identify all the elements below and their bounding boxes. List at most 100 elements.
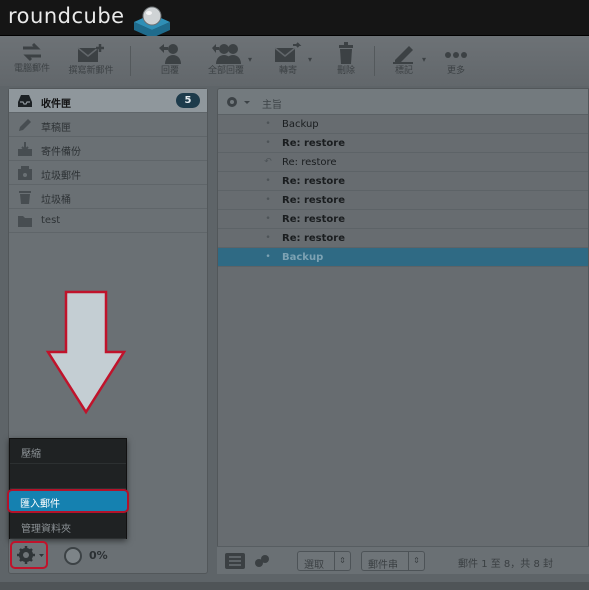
- down-arrow-annotation-icon: [45, 290, 127, 415]
- replied-status-icon[interactable]: ↶: [262, 156, 274, 168]
- folder-trash[interactable]: 垃圾桶: [9, 185, 207, 209]
- more-label: 更多: [446, 66, 465, 76]
- read-status-icon[interactable]: •: [262, 118, 274, 130]
- toolbar-separator: [130, 46, 131, 76]
- unread-status-icon[interactable]: •: [262, 137, 274, 149]
- message-list-header: 主旨: [218, 89, 588, 115]
- menu-item-compact[interactable]: 壓縮: [10, 439, 126, 464]
- message-subject: Re: restore: [282, 233, 345, 244]
- updown-icon: ⇕: [408, 552, 424, 570]
- message-row[interactable]: • Re: restore: [218, 172, 588, 191]
- main-toolbar: 電腦郵件 撰寫新郵件 回覆 全部回覆 ▾ 轉寄 ▾ 刪除 標記 ▾ 更多: [0, 36, 589, 86]
- roundcube-logo-icon: [134, 6, 170, 38]
- folder-label: 收件匣: [41, 99, 71, 110]
- junk-icon: [18, 166, 32, 180]
- mark-dropdown-icon[interactable]: ▾: [422, 55, 426, 64]
- menu-item-empty[interactable]: [10, 464, 126, 489]
- message-row[interactable]: • Backup: [218, 115, 588, 134]
- forward-dropdown-icon[interactable]: ▾: [308, 55, 312, 64]
- read-status-icon[interactable]: •: [262, 251, 274, 263]
- gear-icon: [17, 546, 44, 564]
- folder-icon: [18, 216, 32, 227]
- reply-icon: [159, 44, 181, 64]
- forward-icon: [274, 42, 302, 62]
- reply-label: 回覆: [160, 66, 179, 76]
- folder-label: test: [41, 215, 61, 226]
- forward-label: 轉寄: [278, 66, 297, 76]
- message-row-selected[interactable]: • Backup: [218, 248, 588, 267]
- folder-label: 垃圾郵件: [41, 171, 81, 182]
- unread-status-icon[interactable]: •: [262, 175, 274, 187]
- unread-badge: 5: [176, 93, 200, 108]
- mark-label: 標記: [394, 66, 413, 76]
- delete-button[interactable]: 刪除: [322, 36, 370, 86]
- message-subject: Re: restore: [282, 176, 345, 187]
- menu-item-label: 匯入郵件: [20, 499, 60, 510]
- toolbar-separator: [374, 46, 375, 76]
- quota-indicator-icon: [64, 547, 82, 565]
- forward-button[interactable]: 轉寄 ▾: [262, 36, 314, 86]
- folder-actions-gear-button[interactable]: [10, 541, 48, 569]
- reply-all-label: 全部回覆: [207, 66, 244, 76]
- compose-button[interactable]: 電腦郵件: [6, 36, 58, 86]
- message-subject: Re: restore: [282, 138, 345, 149]
- menu-item-import-mail[interactable]: 匯入郵件: [7, 489, 129, 513]
- message-subject: Re: restore: [282, 157, 337, 168]
- reply-all-icon: [212, 44, 241, 64]
- threads-label: 郵件串: [368, 560, 398, 571]
- message-subject: Re: restore: [282, 214, 345, 225]
- list-view-icon[interactable]: [225, 553, 245, 569]
- folder-drafts[interactable]: 草稿匣: [9, 113, 207, 137]
- message-subject: Backup: [282, 119, 319, 130]
- mark-icon: [393, 46, 413, 64]
- more-button[interactable]: 更多: [432, 36, 480, 86]
- bottom-strip: [0, 582, 589, 590]
- message-list-panel: 主旨 • Backup • Re: restore ↶ Re: restore …: [217, 88, 589, 574]
- menu-item-manage-folders[interactable]: 管理資料夾: [10, 514, 126, 539]
- folder-label: 草稿匣: [41, 123, 71, 134]
- unread-status-icon[interactable]: •: [262, 213, 274, 225]
- message-row[interactable]: • Re: restore: [218, 191, 588, 210]
- trash-icon: [339, 42, 353, 64]
- select-label: 選取: [304, 560, 324, 571]
- new-mail-label: 撰寫新郵件: [68, 66, 114, 76]
- folder-label: 垃圾桶: [41, 195, 71, 206]
- folder-inbox[interactable]: 收件匣 5: [9, 89, 207, 113]
- trash-icon: [19, 191, 31, 204]
- reply-all-button[interactable]: 全部回覆 ▾: [198, 36, 254, 86]
- message-row[interactable]: • Re: restore: [218, 134, 588, 153]
- inbox-icon: [18, 95, 32, 107]
- threads-icon[interactable]: [253, 553, 271, 569]
- unread-status-icon[interactable]: •: [262, 232, 274, 244]
- list-options-gear-icon[interactable]: [224, 94, 254, 110]
- message-row[interactable]: • Re: restore: [218, 229, 588, 248]
- subject-column-header[interactable]: 主旨: [262, 96, 282, 111]
- folder-junk[interactable]: 垃圾郵件: [9, 161, 207, 185]
- drafts-icon: [19, 119, 31, 131]
- menu-item-label: 壓縮: [21, 449, 41, 460]
- message-subject: Re: restore: [282, 195, 345, 206]
- folder-test[interactable]: test: [9, 209, 207, 233]
- compose-icon: [23, 42, 41, 62]
- new-mail-icon: [77, 44, 104, 62]
- top-bar: roundcube: [0, 0, 589, 38]
- more-icon: [445, 52, 467, 58]
- message-subject: Backup: [282, 252, 324, 263]
- message-row[interactable]: ↶ Re: restore: [218, 153, 588, 172]
- updown-icon: ⇕: [334, 552, 350, 570]
- select-dropdown[interactable]: 選取 ⇕: [297, 551, 351, 571]
- quota-text: 0%: [89, 549, 108, 562]
- new-mail-button[interactable]: 撰寫新郵件: [62, 36, 120, 86]
- message-row[interactable]: • Re: restore: [218, 210, 588, 229]
- logo-text: roundcube: [8, 4, 125, 28]
- unread-status-icon[interactable]: •: [262, 194, 274, 206]
- message-count: 郵件 1 至 8，共 8 封: [458, 559, 553, 570]
- message-list-footer: 選取 ⇕ 郵件串 ⇕ 郵件 1 至 8，共 8 封: [217, 546, 589, 574]
- folder-sent[interactable]: 寄件備份: [9, 137, 207, 161]
- threads-dropdown[interactable]: 郵件串 ⇕: [361, 551, 425, 571]
- reply-all-dropdown-icon[interactable]: ▾: [248, 55, 252, 64]
- mark-button[interactable]: 標記 ▾: [380, 36, 428, 86]
- compose-label: 電腦郵件: [13, 64, 50, 74]
- reply-button[interactable]: 回覆: [142, 36, 198, 86]
- menu-item-label: 管理資料夾: [21, 524, 71, 535]
